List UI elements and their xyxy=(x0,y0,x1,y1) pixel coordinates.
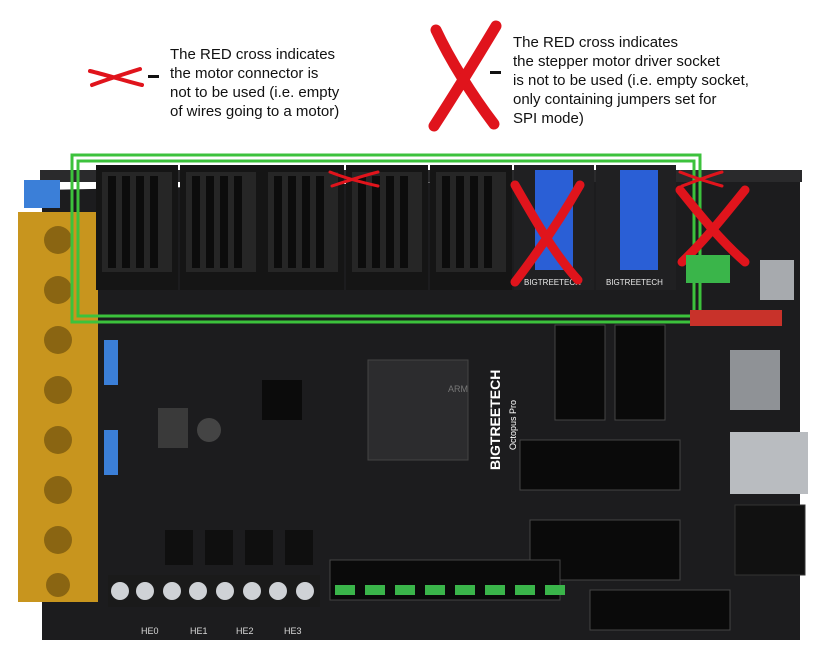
driver-label: BIGTREETECH xyxy=(606,278,663,287)
model-label: Octopus Pro xyxy=(508,400,518,450)
heater-label: HE3 xyxy=(284,626,302,636)
red-header-strip xyxy=(690,310,782,326)
driver-socket xyxy=(262,165,344,290)
chip-label: ARM xyxy=(448,384,468,394)
capacitor xyxy=(197,418,221,442)
board-illustration: BIGTREETECH BIGTREETECH ARM BIGTREETECH … xyxy=(18,153,808,640)
sd-card-slot xyxy=(730,350,780,410)
mcu-chip xyxy=(367,359,469,461)
ethernet-port xyxy=(734,504,806,576)
driver-sockets: BIGTREETECH BIGTREETECH xyxy=(96,165,676,290)
driver-socket: BIGTREETECH xyxy=(596,165,676,290)
driver-socket xyxy=(346,165,428,290)
buzzer xyxy=(262,380,302,420)
usb-port xyxy=(730,432,808,494)
usb-c-port xyxy=(760,260,794,300)
driver-socket xyxy=(180,165,262,290)
driver-socket xyxy=(96,165,178,290)
heater-label: HE0 xyxy=(141,626,159,636)
heater-label: HE1 xyxy=(190,626,208,636)
inductor xyxy=(158,408,188,448)
blue-terminal xyxy=(24,180,60,208)
green-connector xyxy=(686,255,730,283)
driver-socket xyxy=(430,165,512,290)
heater-label: HE2 xyxy=(236,626,254,636)
jumper-blue xyxy=(620,170,658,270)
brand-label: BIGTREETECH xyxy=(487,370,503,470)
